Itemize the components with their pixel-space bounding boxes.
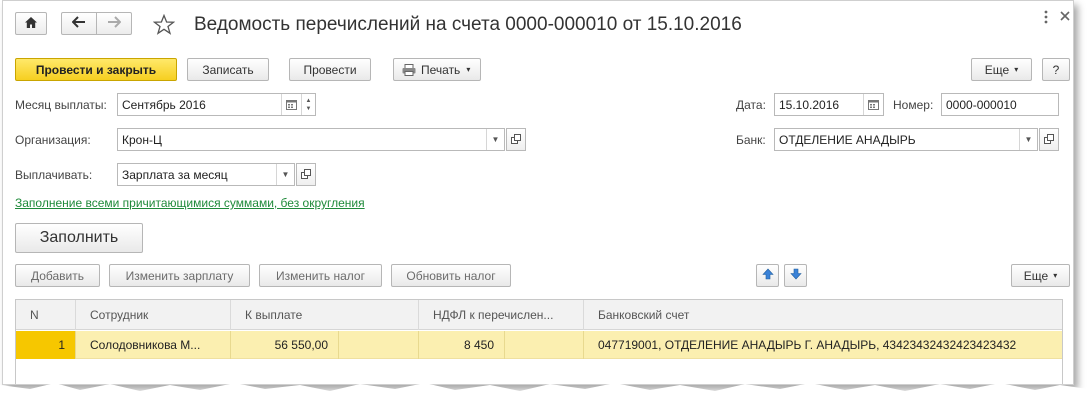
open-icon (1044, 133, 1054, 147)
open-organization-button[interactable] (506, 128, 526, 151)
calendar-icon[interactable] (863, 94, 883, 115)
column-header-bank-account[interactable]: Банковский счет (584, 300, 1062, 330)
number-label: Номер: (893, 98, 934, 112)
save-button[interactable]: Записать (187, 58, 269, 81)
arrow-right-icon (107, 16, 122, 31)
chevron-down-icon[interactable]: ▼ (486, 129, 504, 150)
chevron-down-icon: ▾ (1014, 65, 1019, 74)
print-label: Печать (421, 62, 461, 77)
move-up-button[interactable] (756, 264, 779, 287)
open-bank-button[interactable] (1039, 128, 1059, 151)
more-label: Еще (984, 62, 1010, 77)
number-field[interactable]: 0000-000010 (941, 93, 1059, 116)
row-to-pay-extra (339, 331, 419, 359)
printer-icon (402, 63, 416, 76)
torn-edge-decoration (0, 383, 1088, 403)
forward-button[interactable] (96, 12, 132, 35)
table-more-label: Еще (1023, 268, 1049, 283)
fill-button[interactable]: Заполнить (15, 223, 143, 253)
change-tax-button[interactable]: Изменить налог (259, 264, 382, 287)
chevron-down-icon: ▾ (466, 65, 471, 74)
post-and-close-button[interactable]: Провести и закрыть (15, 58, 177, 81)
row-number: 1 (16, 331, 76, 359)
open-pay-button[interactable] (296, 163, 316, 186)
date-field[interactable]: 15.10.2016 (774, 93, 884, 116)
date-value: 15.10.2016 (779, 97, 840, 112)
fill-mode-link[interactable]: Заполнение всеми причитающимися суммами,… (15, 196, 365, 210)
page-title: Ведомость перечислений на счета 0000-000… (194, 14, 742, 35)
month-spinner[interactable]: ▲ ▼ (301, 94, 315, 115)
arrow-left-icon (71, 16, 86, 31)
chevron-down-icon[interactable]: ▼ (276, 164, 294, 185)
calendar-icon[interactable] (281, 94, 301, 115)
back-button[interactable] (61, 12, 97, 35)
update-tax-button[interactable]: Обновить налог (391, 264, 511, 287)
more-button[interactable]: Еще ▾ (971, 58, 1032, 81)
bank-field[interactable]: ОТДЕЛЕНИЕ АНАДЫРЬ ▼ (774, 128, 1038, 151)
month-value: Сентябрь 2016 (122, 97, 206, 112)
table-row[interactable]: 1 Солодовникова М... 56 550,00 8 450 047… (16, 331, 1062, 359)
table-more-button[interactable]: Еще ▾ (1011, 264, 1070, 287)
date-label: Дата: (736, 98, 766, 112)
move-down-button[interactable] (784, 264, 807, 287)
home-button[interactable] (15, 12, 47, 35)
row-ndfl-extra (505, 331, 584, 359)
change-salary-button[interactable]: Изменить зарплату (109, 264, 250, 287)
bank-value: ОТДЕЛЕНИЕ АНАДЫРЬ (779, 132, 916, 147)
month-field[interactable]: Сентябрь 2016 ▲ ▼ (117, 93, 316, 116)
help-button[interactable]: ? (1042, 58, 1070, 81)
add-button[interactable]: Добавить (15, 264, 100, 287)
star-icon[interactable] (152, 13, 176, 38)
home-icon (24, 16, 38, 32)
organization-field[interactable]: Крон-Ц ▼ (117, 128, 505, 151)
column-header-n[interactable]: N (16, 300, 76, 330)
column-header-employee[interactable]: Сотрудник (76, 300, 231, 330)
organization-label: Организация: (15, 133, 91, 147)
row-employee: Солодовникова М... (76, 331, 231, 359)
column-header-to-pay[interactable]: К выплате (231, 300, 419, 330)
document-window: Ведомость перечислений на счета 0000-000… (2, 0, 1074, 385)
month-label: Месяц выплаты: (15, 98, 107, 112)
row-bank-account: 047719001, ОТДЕЛЕНИЕ АНАДЫРЬ Г. АНАДЫРЬ,… (598, 338, 1017, 352)
print-button[interactable]: Печать ▾ (393, 58, 481, 81)
pay-field[interactable]: Зарплата за месяц ▼ (117, 163, 295, 186)
table-header: N Сотрудник К выплате НДФЛ к перечислен.… (16, 300, 1062, 330)
chevron-down-icon[interactable]: ▼ (1019, 129, 1037, 150)
chevron-down-icon: ▾ (1053, 271, 1058, 280)
open-icon (511, 133, 521, 147)
organization-value: Крон-Ц (122, 132, 162, 147)
arrow-down-icon (789, 268, 802, 283)
bank-label: Банк: (736, 133, 766, 147)
row-ndfl: 8 450 (419, 331, 505, 359)
more-vert-icon[interactable] (1043, 9, 1049, 28)
open-icon (301, 168, 311, 182)
row-to-pay: 56 550,00 (231, 331, 339, 359)
arrow-up-icon (761, 268, 774, 283)
number-value: 0000-000010 (946, 97, 1017, 112)
post-button[interactable]: Провести (289, 58, 371, 81)
column-header-ndfl[interactable]: НДФЛ к перечислен... (419, 300, 584, 330)
close-icon[interactable] (1059, 10, 1071, 25)
pay-value: Зарплата за месяц (122, 167, 228, 182)
pay-label: Выплачивать: (15, 168, 93, 182)
